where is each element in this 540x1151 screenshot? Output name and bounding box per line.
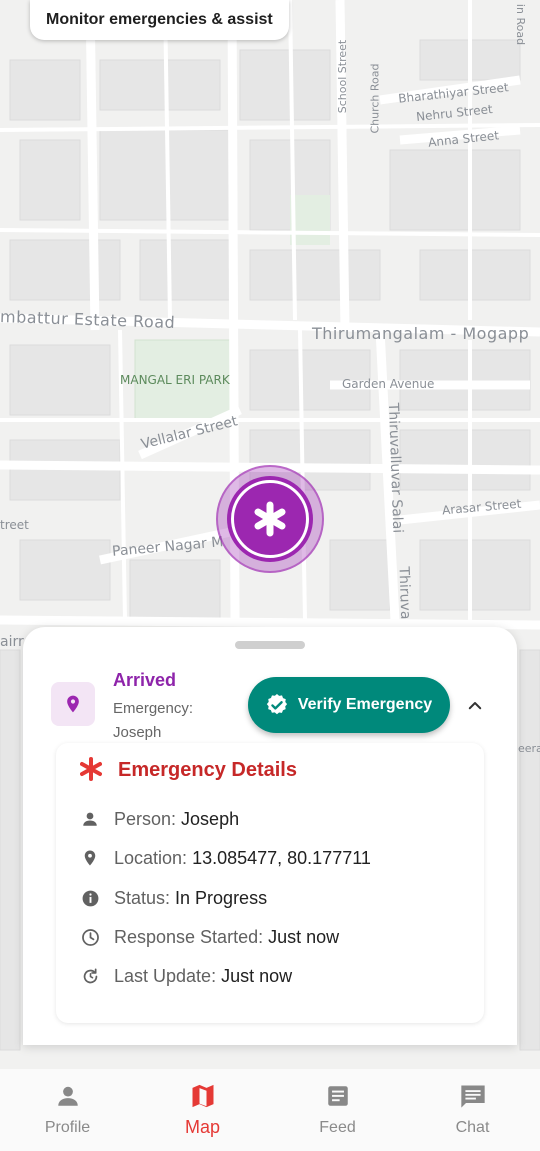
detail-label: Location:: [114, 847, 188, 868]
nav-item-chat[interactable]: Chat: [405, 1069, 540, 1151]
nav-label-chat: Chat: [455, 1119, 490, 1136]
map-label-school: School Street: [336, 39, 350, 114]
nav-item-map[interactable]: Map: [135, 1069, 270, 1151]
map-label-eera: eera: [518, 742, 540, 755]
detail-row-location: Location: 13.085477, 80.177711: [80, 846, 371, 870]
nav-item-profile[interactable]: Profile: [0, 1069, 135, 1151]
details-title: Emergency Details: [118, 759, 297, 781]
nav-label-feed: Feed: [319, 1119, 356, 1136]
medical-asterisk-icon: [80, 757, 102, 783]
map-label-park: MANGAL ERI PARK: [120, 373, 230, 387]
detail-value: Joseph: [181, 808, 240, 829]
clock-icon: [80, 927, 100, 947]
detail-row-response-started: Response Started: Just now: [80, 925, 339, 949]
detail-row-person: Person: Joseph: [80, 807, 239, 831]
map-label-street-left: treet: [0, 518, 29, 532]
detail-value: 13.085477, 80.177711: [192, 847, 371, 868]
verify-emergency-button[interactable]: Verify Emergency: [248, 677, 450, 733]
collapse-chevron-up-icon[interactable]: [463, 694, 487, 718]
emergency-marker[interactable]: [216, 465, 324, 573]
status-title: Arrived: [113, 670, 177, 690]
location-pin-icon: [51, 682, 95, 726]
info-icon: [80, 888, 100, 908]
status-subtitle: Emergency: Joseph: [113, 700, 194, 741]
map-label-thirumangalam: Thirumangalam - Mogapp: [312, 324, 530, 343]
verified-check-icon: [266, 694, 287, 715]
location-pin-icon: [80, 848, 100, 868]
detail-row-last-update: Last Update: Just now: [80, 964, 292, 988]
nav-label-map: Map: [184, 1117, 220, 1137]
history-icon: [80, 966, 100, 986]
nav-label-profile: Profile: [44, 1119, 91, 1136]
detail-label: Last Update:: [114, 965, 217, 986]
emergency-bottom-sheet: Arrived Emergency: Joseph Verify Emergen…: [23, 627, 517, 1045]
map-label-church: Church Road: [368, 63, 382, 134]
map-icon: [188, 1081, 218, 1111]
bottom-navigation: Profile Map Feed Chat: [0, 1069, 540, 1151]
drag-handle[interactable]: [235, 641, 305, 649]
map-label-airr: airr: [0, 634, 24, 650]
detail-row-status: Status: In Progress: [80, 886, 267, 910]
detail-value: In Progress: [175, 887, 268, 908]
detail-label: Person:: [114, 808, 177, 829]
medical-asterisk-icon: [231, 480, 309, 558]
map-label-garden: Garden Avenue: [342, 377, 435, 391]
article-icon: [323, 1081, 353, 1111]
person-icon: [80, 809, 100, 829]
detail-label: Response Started:: [114, 926, 264, 947]
map-label-thiruva: Thiruva: [395, 566, 414, 620]
detail-value: Just now: [268, 926, 340, 947]
detail-value: Just now: [221, 965, 293, 986]
detail-label: Status:: [114, 887, 171, 908]
verify-emergency-label: Verify Emergency: [297, 696, 433, 713]
nav-item-feed[interactable]: Feed: [270, 1069, 405, 1151]
mode-chip-label: Monitor emergencies & assist: [46, 11, 273, 28]
mode-chip: Monitor emergencies & assist: [30, 0, 289, 40]
chat-icon: [458, 1081, 488, 1111]
map-label-road-edge: in Road: [514, 3, 528, 46]
person-icon: [53, 1081, 83, 1111]
